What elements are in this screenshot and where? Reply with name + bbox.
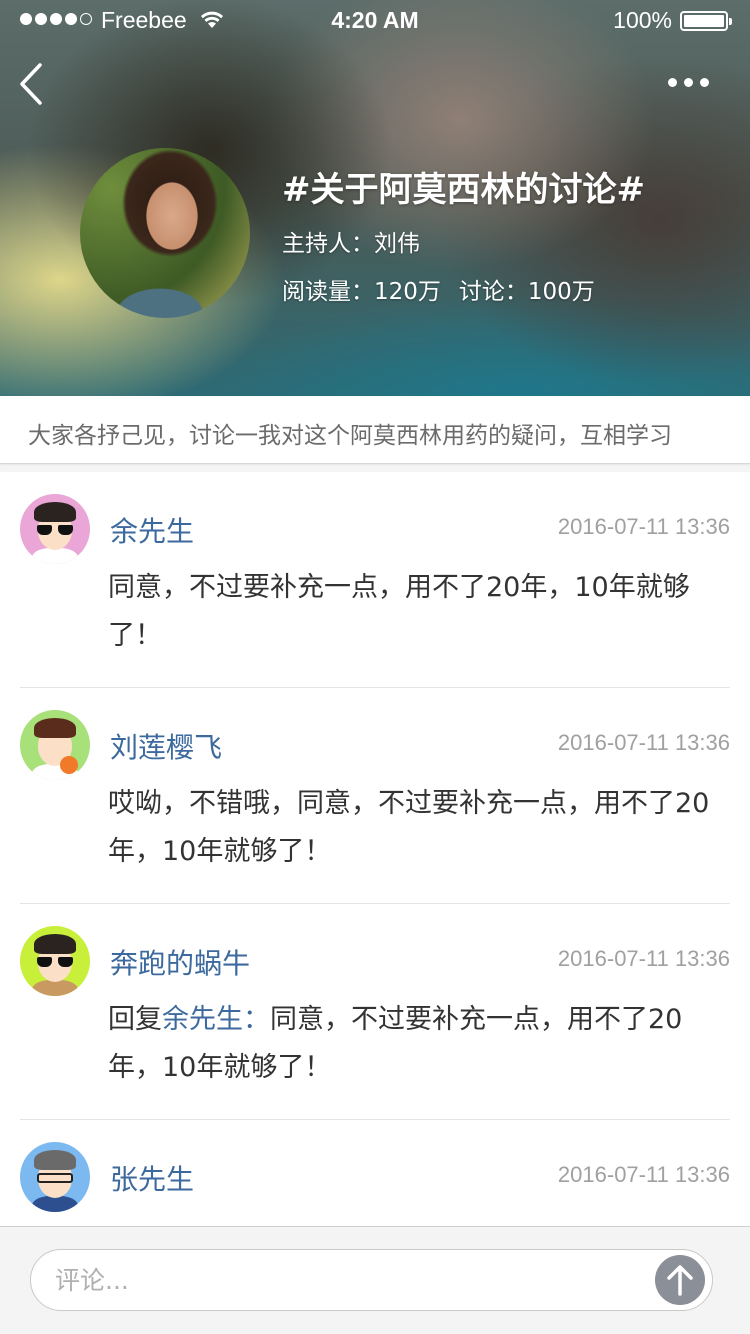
comment-item[interactable]: 张先生 2016-07-11 13:36 [20, 1120, 730, 1226]
topic-host: 主持人：刘伟 [282, 231, 420, 257]
topic-avatar[interactable] [80, 148, 250, 318]
avatar[interactable] [20, 494, 90, 564]
comment-item[interactable]: 余先生 2016-07-11 13:36 同意，不过要补充一点，用不了20年，1… [20, 472, 730, 688]
comment-text: 同意，不过要补充一点，用不了20年，10年就够了！ [108, 572, 690, 651]
comment-author[interactable]: 张先生 [110, 1158, 194, 1198]
comment-text: 回复余先生：同意，不过要补充一点，用不了20年，10年就够了！ [108, 996, 730, 1092]
comment-author[interactable]: 余先生 [110, 510, 194, 550]
status-bar: Freebee 4:20 AM 100% [0, 0, 750, 42]
comment-time: 2016-07-11 13:36 [557, 1162, 730, 1187]
discussion-count: 讨论：100万 [458, 279, 595, 305]
avatar[interactable] [20, 710, 90, 780]
topic-title: #关于阿莫西林的讨论# [282, 170, 645, 210]
arrow-up-icon [667, 1265, 693, 1296]
back-button[interactable] [14, 60, 54, 108]
comment-text: 哎呦，不错哦，同意，不过要补充一点，用不了20年，10年就够了！ [108, 788, 710, 867]
comment-time: 2016-07-11 13:36 [557, 946, 730, 971]
topic-header: Freebee 4:20 AM 100% #关于阿莫西林的讨论# 主持人：刘伟 … [0, 0, 750, 396]
reply-target-user[interactable]: 余先生： [162, 1004, 270, 1035]
send-button[interactable] [655, 1255, 705, 1305]
comment-item[interactable]: 奔跑的蜗牛 2016-07-11 13:36 回复余先生：同意，不过要补充一点，… [20, 904, 730, 1120]
comment-input[interactable] [30, 1249, 713, 1311]
read-count: 阅读量：120万 [282, 279, 441, 305]
avatar[interactable] [20, 1142, 90, 1212]
chevron-left-icon [20, 63, 42, 105]
comment-time: 2016-07-11 13:36 [557, 514, 730, 539]
comment-item[interactable]: 刘莲樱飞 2016-07-11 13:36 哎呦，不错哦，同意，不过要补充一点，… [20, 688, 730, 904]
reply-prefix: 回复 [108, 1004, 162, 1035]
comment-author[interactable]: 刘莲樱飞 [110, 726, 222, 766]
topic-stats: 阅读量：120万 讨论：100万 [282, 272, 595, 306]
battery-icon [680, 11, 732, 31]
comment-list[interactable]: 余先生 2016-07-11 13:36 同意，不过要补充一点，用不了20年，1… [0, 472, 750, 1226]
avatar[interactable] [20, 926, 90, 996]
comment-author[interactable]: 奔跑的蜗牛 [110, 942, 250, 982]
comment-time: 2016-07-11 13:36 [557, 730, 730, 755]
ellipsis-icon [668, 77, 677, 87]
more-options-button[interactable] [668, 72, 714, 92]
topic-description: 大家各抒己见，讨论一我对这个阿莫西林用药的疑问，互相学习 [0, 396, 750, 464]
battery-percentage: 100% [613, 7, 672, 33]
comment-input-bar [0, 1226, 750, 1334]
